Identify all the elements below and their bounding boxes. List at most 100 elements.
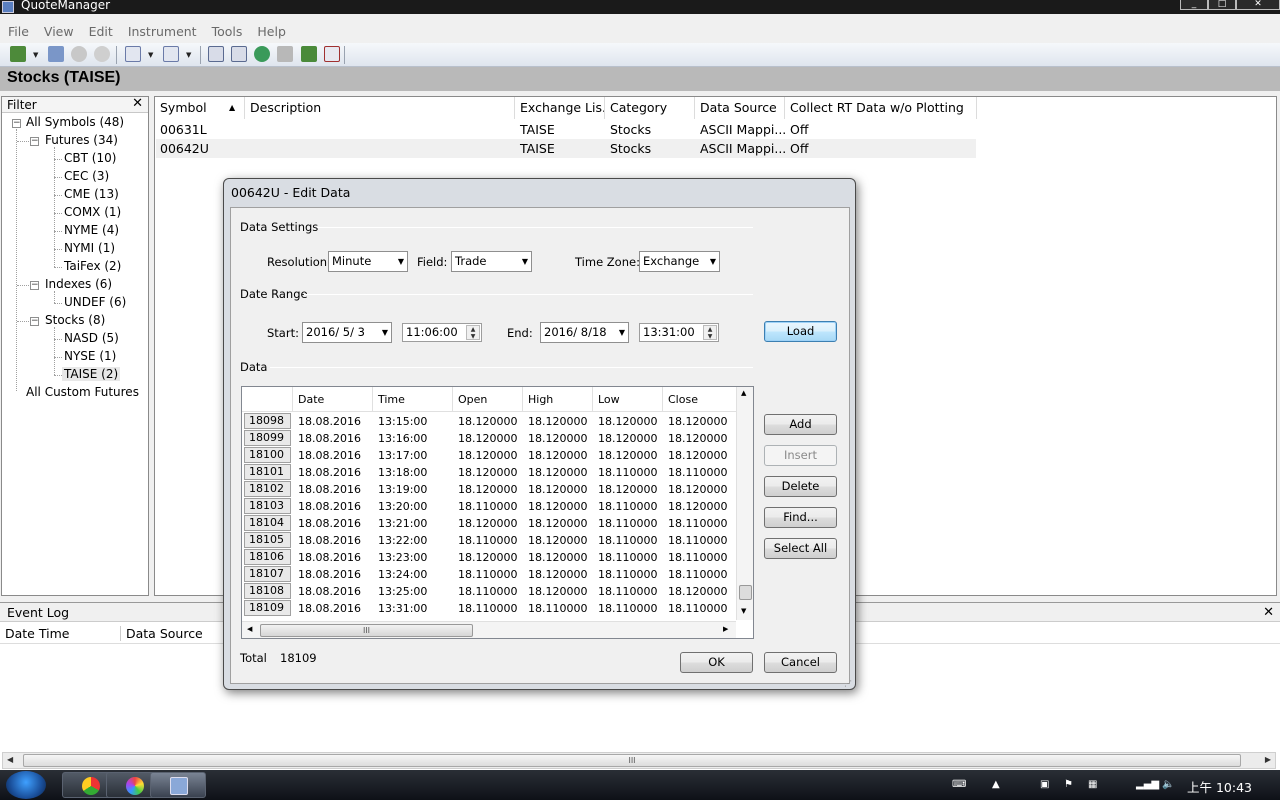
- volume-icon[interactable]: 🔈: [1162, 779, 1176, 791]
- column-header-data-source[interactable]: Data Source: [120, 626, 203, 641]
- row-header[interactable]: 18098: [244, 413, 291, 429]
- add-instrument-icon[interactable]: [10, 46, 26, 62]
- row-header[interactable]: 18101: [244, 464, 291, 480]
- table-row[interactable]: 18108 18.08.2016 13:25:00 18.110000 18.12000…: [242, 583, 737, 600]
- table-row[interactable]: 18098 18.08.2016 13:15:00 18.120000 18.12000…: [242, 413, 737, 430]
- field-select[interactable]: Trade ▼: [451, 251, 532, 272]
- scroll-right-icon[interactable]: ▶: [723, 625, 728, 633]
- column-header[interactable]: Open: [453, 387, 523, 412]
- column-header-date-time[interactable]: Date Time: [5, 626, 69, 641]
- chevron-down-icon[interactable]: ▼: [186, 51, 191, 59]
- column-header[interactable]: Close: [663, 387, 737, 412]
- scrollbar-thumb[interactable]: III: [23, 754, 1241, 767]
- column-header-exchange[interactable]: Exchange Lis...: [515, 97, 605, 119]
- table-row[interactable]: 18103 18.08.2016 13:20:00 18.110000 18.12000…: [242, 498, 737, 515]
- close-window-button[interactable]: ✕: [1236, 0, 1280, 10]
- flag-icon[interactable]: ⚑: [1064, 779, 1078, 791]
- start-time-spinner[interactable]: 11:06:00 ▲ ▼: [402, 323, 482, 342]
- table-row[interactable]: 18109 18.08.2016 13:31:00 18.110000 18.11000…: [242, 600, 737, 617]
- row-header[interactable]: 18100: [244, 447, 291, 463]
- ok-button[interactable]: OK: [680, 652, 753, 673]
- scrollbar-thumb[interactable]: [739, 585, 752, 600]
- tree-item[interactable]: CME (13): [64, 187, 119, 201]
- select-all-button[interactable]: Select All: [764, 538, 837, 559]
- settings-icon[interactable]: [71, 46, 87, 62]
- timezone-select[interactable]: Exchange ▼: [639, 251, 720, 272]
- menu-instrument[interactable]: Instrument: [120, 23, 204, 40]
- menu-view[interactable]: View: [36, 23, 81, 40]
- scroll-down-icon[interactable]: ▼: [741, 607, 746, 615]
- close-icon[interactable]: ✕: [132, 96, 143, 112]
- collapse-icon[interactable]: −: [12, 119, 21, 128]
- add-button[interactable]: Add: [764, 414, 837, 435]
- table-row[interactable]: 18105 18.08.2016 13:22:00 18.110000 18.12000…: [242, 532, 737, 549]
- end-time-spinner[interactable]: 13:31:00 ▲ ▼: [639, 323, 719, 342]
- view-detail-icon[interactable]: [231, 46, 247, 62]
- tree-item[interactable]: Indexes (6): [45, 277, 112, 291]
- keyboard-icon[interactable]: ⌨: [952, 779, 966, 791]
- spinner-arrows-icon[interactable]: ▲ ▼: [466, 325, 480, 340]
- row-header[interactable]: 18108: [244, 583, 291, 599]
- maximize-button[interactable]: □: [1208, 0, 1236, 10]
- export-icon[interactable]: [163, 46, 179, 62]
- delete-button[interactable]: Delete: [764, 476, 837, 497]
- resolution-select[interactable]: Minute ▼: [328, 251, 408, 272]
- table-row[interactable]: 00631L TAISE Stocks ASCII Mappi... Off: [156, 120, 976, 139]
- table-row[interactable]: 18100 18.08.2016 13:17:00 18.120000 18.12000…: [242, 447, 737, 464]
- view-list-icon[interactable]: [208, 46, 224, 62]
- menu-edit[interactable]: Edit: [81, 23, 120, 40]
- tree-item[interactable]: All Symbols (48): [26, 115, 124, 129]
- signal-icon[interactable]: ▂▄▆: [1136, 779, 1159, 791]
- column-header[interactable]: Date: [293, 387, 373, 412]
- close-icon[interactable]: ✕: [1263, 603, 1274, 622]
- insert-button[interactable]: Insert: [764, 445, 837, 466]
- exchange-icon[interactable]: [277, 46, 293, 62]
- tree-item[interactable]: TaiFex (2): [64, 259, 121, 273]
- import-icon[interactable]: [125, 46, 141, 62]
- table-row[interactable]: 18107 18.08.2016 13:24:00 18.110000 18.12000…: [242, 566, 737, 583]
- table-row[interactable]: 18104 18.08.2016 13:21:00 18.120000 18.12000…: [242, 515, 737, 532]
- scroll-right-icon[interactable]: ▶: [1265, 755, 1271, 764]
- tree-item[interactable]: Stocks (8): [45, 313, 105, 327]
- find-button[interactable]: Find...: [764, 507, 837, 528]
- tree-item[interactable]: TAISE (2): [62, 367, 121, 381]
- row-header[interactable]: 18102: [244, 481, 291, 497]
- tree-item[interactable]: All Custom Futures: [26, 385, 139, 399]
- row-header[interactable]: 18103: [244, 498, 291, 514]
- collapse-icon[interactable]: −: [30, 137, 39, 146]
- clock[interactable]: 上午 10:43: [1187, 777, 1252, 796]
- end-date-picker[interactable]: 2016/ 8/18 ▼: [540, 322, 629, 343]
- tree-item[interactable]: NYSE (1): [64, 349, 116, 363]
- collapse-icon[interactable]: −: [30, 317, 39, 326]
- tree-item[interactable]: Futures (34): [45, 133, 118, 147]
- scroll-up-icon[interactable]: ▲: [741, 389, 746, 397]
- column-header[interactable]: Time: [373, 387, 453, 412]
- horizontal-scrollbar[interactable]: ◀ III ▶: [242, 621, 736, 638]
- chart-icon[interactable]: [254, 46, 270, 62]
- monitor-icon[interactable]: ▣: [1040, 779, 1054, 791]
- vertical-scrollbar[interactable]: ▲ ▼: [736, 387, 753, 620]
- tree-item[interactable]: UNDEF (6): [64, 295, 126, 309]
- row-header[interactable]: 18109: [244, 600, 291, 616]
- tree-item[interactable]: NYME (4): [64, 223, 119, 237]
- column-header-category[interactable]: Category: [605, 97, 695, 119]
- column-header-collect-rt[interactable]: Collect RT Data w/o Plotting: [785, 97, 977, 119]
- row-header[interactable]: 18099: [244, 430, 291, 446]
- row-header[interactable]: 18106: [244, 549, 291, 565]
- column-header-description[interactable]: Description: [245, 97, 515, 119]
- start-date-picker[interactable]: 2016/ 5/ 3 ▼: [302, 322, 392, 343]
- chevron-down-icon[interactable]: ▼: [148, 51, 153, 59]
- chevron-down-icon[interactable]: ▼: [33, 51, 38, 59]
- horizontal-scrollbar[interactable]: ◀ III ▶: [2, 752, 1276, 769]
- row-header[interactable]: 18105: [244, 532, 291, 548]
- row-header[interactable]: 18107: [244, 566, 291, 582]
- show-hidden-icons[interactable]: ▲: [992, 779, 1006, 791]
- table-row[interactable]: 18102 18.08.2016 13:19:00 18.120000 18.12000…: [242, 481, 737, 498]
- table-row[interactable]: 18099 18.08.2016 13:16:00 18.120000 18.12000…: [242, 430, 737, 447]
- column-header-symbol[interactable]: Symbol ▲: [155, 97, 245, 119]
- column-header-data-source[interactable]: Data Source: [695, 97, 785, 119]
- menu-help[interactable]: Help: [249, 23, 293, 40]
- column-header[interactable]: Low: [593, 387, 663, 412]
- resize-grip-icon[interactable]: ⋰: [844, 679, 852, 688]
- menu-file[interactable]: File: [0, 23, 36, 40]
